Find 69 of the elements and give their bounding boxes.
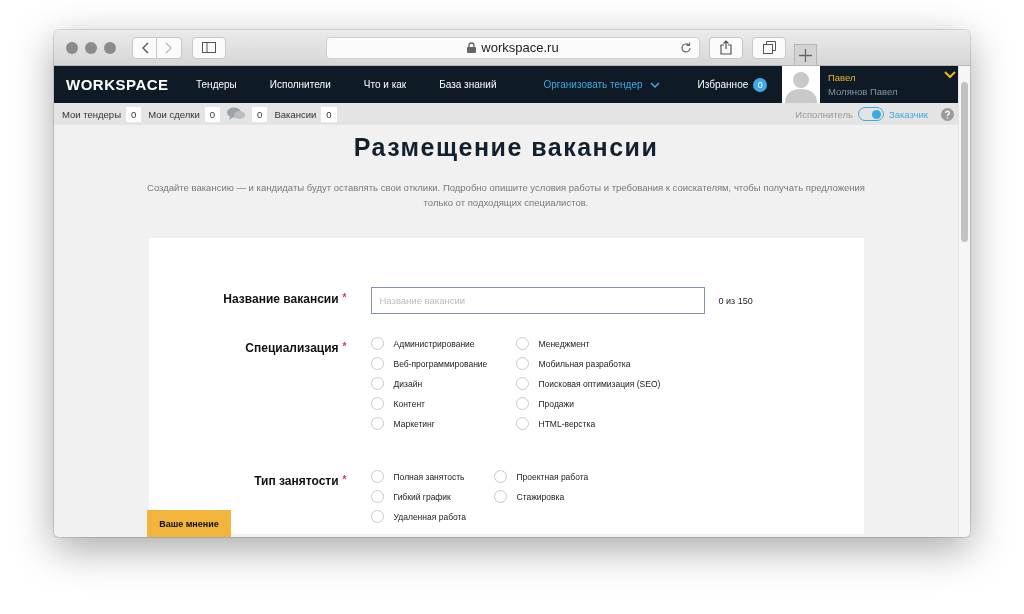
window-close-icon[interactable] (66, 41, 78, 54)
avatar-silhouette[interactable] (782, 66, 820, 103)
counter-label[interactable]: Мои сделки (148, 108, 200, 120)
count-badge: 0 (321, 106, 337, 122)
radio-label[interactable]: HTML-верстка (538, 418, 596, 429)
nav-link[interactable]: Что и как (363, 79, 407, 90)
radio-label[interactable]: Гибкий график (393, 491, 451, 502)
radio-label[interactable]: Контент (393, 398, 425, 409)
address-bar[interactable]: workspace.ru (326, 36, 700, 59)
intro-text: Создайте вакансию — и кандидаты будут оставлять свои отклики. Подробно опишите условия работы и требования к соискателям, чтобы получать предложения только от подходящих специалистов. (146, 181, 866, 210)
counter-label[interactable]: Вакансии (274, 108, 317, 120)
share-button[interactable] (709, 36, 743, 59)
lock-icon (467, 42, 477, 53)
required-mark: * (342, 341, 347, 354)
site-logo[interactable]: WORKSPACE (66, 76, 196, 93)
count-badge: 0 (125, 106, 142, 122)
chat-bubbles-icon[interactable] (227, 107, 246, 121)
scrollbar-thumb[interactable] (961, 82, 968, 242)
radio-label[interactable]: Стажировка (516, 491, 565, 502)
share-icon (720, 40, 732, 55)
window-zoom-icon[interactable] (104, 41, 116, 54)
vacancy-name-field[interactable]: Название вакансии (370, 287, 705, 314)
required-mark: * (342, 474, 347, 487)
user-first-name[interactable]: Павел (828, 72, 898, 83)
sidebar-button[interactable] (192, 36, 226, 59)
radio-label[interactable]: Поисковая оптимизация (SEO) (538, 378, 661, 389)
nav-link[interactable]: Организовать тендер (543, 79, 660, 90)
count-badge: 0 (753, 77, 768, 92)
count-badge: 0 (204, 106, 221, 122)
field-label: Специализация (245, 341, 339, 355)
chevron-right-icon (165, 41, 173, 54)
radio-label[interactable]: Маркетинг (393, 418, 435, 429)
field-label: Тип занятости (254, 474, 339, 488)
field-label: Название вакансии (223, 292, 339, 306)
radio-label[interactable]: Веб-программирование (393, 358, 488, 369)
forward-button[interactable] (157, 36, 182, 59)
required-mark: * (342, 292, 347, 305)
radio-label[interactable]: Полная занятость (393, 471, 465, 482)
chevron-down-icon[interactable] (944, 71, 956, 79)
help-icon[interactable] (941, 107, 954, 121)
url-text: workspace.ru (481, 40, 559, 55)
radio-label[interactable]: Проектная работа (516, 471, 589, 482)
scrollbar[interactable] (958, 66, 970, 537)
back-button[interactable] (132, 36, 157, 59)
new-tab-button[interactable] (794, 44, 817, 65)
user-full-name: Молянов Павел (828, 86, 898, 97)
chevron-down-icon (649, 81, 660, 88)
sidebar-icon (202, 42, 216, 53)
nav-link[interactable]: База знаний (439, 79, 497, 90)
chevron-left-icon (140, 41, 149, 54)
count-badge: 0 (252, 106, 268, 122)
tabs-icon (762, 41, 776, 54)
nav-link[interactable]: Исполнители (269, 79, 331, 90)
tabs-button[interactable] (752, 36, 786, 59)
radio-label[interactable]: Удаленная работа (393, 511, 467, 522)
radio-label[interactable]: Администрирование (393, 338, 475, 349)
page-title: Размещение вакансии (353, 133, 659, 162)
reload-icon[interactable] (680, 41, 692, 54)
plus-icon (799, 48, 812, 62)
nav-link[interactable]: Тендеры (196, 79, 237, 90)
window-minimize-icon[interactable] (85, 41, 97, 54)
radio-label[interactable]: Мобильная разработка (538, 358, 631, 369)
radio-label[interactable]: Продажи (538, 398, 574, 409)
feedback-button[interactable]: Ваше мнение (147, 510, 231, 537)
counter-label[interactable]: Мои тендеры (62, 108, 121, 120)
radio-label[interactable]: Дизайн (393, 378, 423, 389)
radio-label[interactable]: Менеджмент (538, 338, 590, 349)
favorites-link[interactable]: Избранное (697, 79, 749, 90)
character-counter: 0 из 150 (718, 295, 753, 306)
